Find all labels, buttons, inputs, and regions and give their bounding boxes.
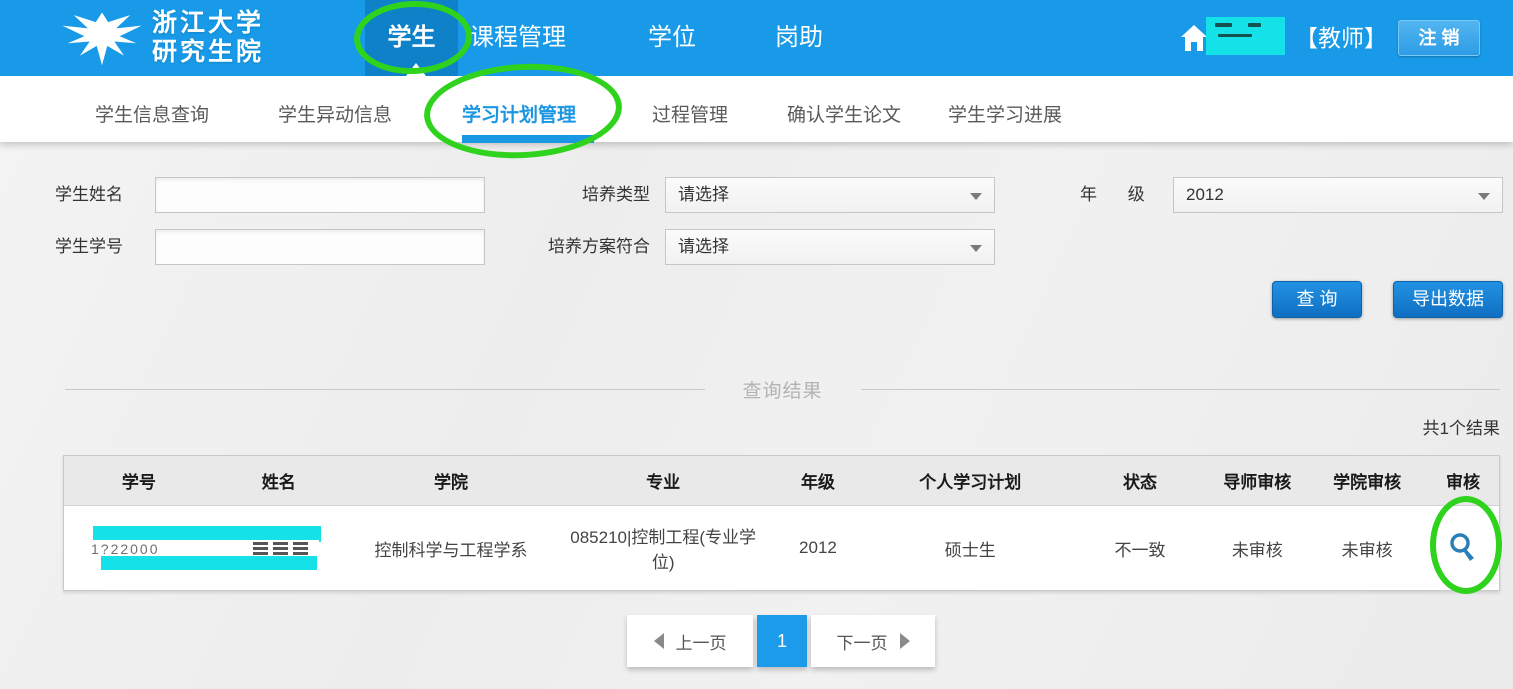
col-header-personal-plan: 个人学习计划	[868, 456, 1073, 505]
cell-status: 不一致	[1073, 506, 1208, 590]
user-role-badge: 【教师】	[1295, 0, 1387, 76]
grade-label: 年 级	[1080, 177, 1145, 213]
col-header-major: 专业	[558, 456, 768, 505]
pagination-next-button[interactable]: 下一页	[811, 615, 935, 667]
magnifier-review-icon[interactable]	[1448, 531, 1478, 565]
tab-student-info-query[interactable]: 学生信息查询	[95, 100, 209, 127]
student-id-label: 学生学号	[55, 229, 123, 265]
pagination-prev-button[interactable]: 上一页	[627, 615, 753, 667]
home-icon[interactable]	[1180, 23, 1208, 53]
main-nav-assistantship[interactable]: 岗助	[775, 0, 823, 76]
chevron-down-icon	[970, 193, 982, 200]
divider-line	[861, 389, 1501, 390]
tab-student-change-info[interactable]: 学生异动信息	[278, 100, 392, 127]
tab-study-plan-management[interactable]: 学习计划管理	[462, 100, 576, 127]
top-header: 浙江大学 研究生院 学生 课程管理 学位 岗助 【教师】 注 销	[0, 0, 1513, 76]
col-header-review: 审核	[1427, 456, 1499, 505]
table-header-row: 学号 姓名 学院 专业 年级 个人学习计划 状态 导师审核 学院审核 审核	[64, 456, 1499, 506]
university-logo-eagle-icon	[58, 6, 146, 70]
university-logo-text: 浙江大学 研究生院	[152, 9, 264, 67]
search-button[interactable]: 查 询	[1272, 281, 1362, 318]
logout-button[interactable]: 注 销	[1398, 20, 1480, 56]
cell-mentor-review: 未审核	[1207, 506, 1307, 590]
divider-line	[65, 389, 705, 390]
cell-major: 085210|控制工程(专业学位)	[558, 506, 768, 590]
col-header-college-review: 学院审核	[1307, 456, 1427, 505]
pagination-current-page[interactable]: 1	[757, 615, 807, 667]
next-label: 下一页	[837, 629, 888, 654]
tab-study-progress[interactable]: 学生学习进展	[948, 100, 1062, 127]
cell-personal-plan: 硕士生	[868, 506, 1073, 590]
col-header-college: 学院	[344, 456, 559, 505]
cell-college: 控制科学与工程学系	[344, 506, 559, 590]
plan-conform-label: 培养方案符合	[528, 229, 650, 265]
tab-confirm-thesis[interactable]: 确认学生论文	[787, 100, 901, 127]
active-nav-caret	[406, 63, 426, 76]
training-type-label: 培养类型	[540, 177, 650, 213]
student-id-fragment: 1?22000	[91, 541, 160, 557]
results-table: 学号 姓名 学院 专业 年级 个人学习计划 状态 导师审核 学院审核 审核 控制…	[63, 455, 1500, 591]
results-section-title: 查询结果	[743, 376, 823, 403]
col-header-name: 姓名	[214, 456, 344, 505]
main-nav-degree[interactable]: 学位	[648, 0, 696, 76]
content-area: 学生姓名 培养类型 请选择 年 级 2012 学生学号 培养方案符合 请选择 查…	[0, 142, 1513, 689]
cell-grade: 2012	[768, 506, 868, 590]
plan-conform-select[interactable]: 请选择	[665, 229, 995, 265]
student-name-input[interactable]	[155, 177, 485, 213]
col-header-grade: 年级	[768, 456, 868, 505]
training-type-value: 请选择	[678, 185, 729, 204]
arrow-right-icon	[900, 633, 910, 649]
arrow-left-icon	[654, 633, 664, 649]
student-name-label: 学生姓名	[55, 177, 123, 213]
col-header-status: 状态	[1073, 456, 1208, 505]
results-divider: 查询结果	[65, 376, 1500, 403]
export-data-button[interactable]: 导出数据	[1393, 281, 1503, 318]
result-count: 共1个结果	[1423, 414, 1500, 439]
training-type-select[interactable]: 请选择	[665, 177, 995, 213]
student-id-input[interactable]	[155, 229, 485, 265]
redaction-box-student-row: 1?22000	[81, 526, 323, 572]
main-nav-courses[interactable]: 课程管理	[470, 0, 566, 76]
sub-nav-bar: 学生信息查询 学生异动信息 学习计划管理 过程管理 确认学生论文 学生学习进展	[0, 76, 1513, 142]
app-window: 浙江大学 研究生院 学生 课程管理 学位 岗助 【教师】 注 销 学生信息查询 …	[0, 0, 1513, 689]
col-header-mentor-review: 导师审核	[1207, 456, 1307, 505]
prev-label: 上一页	[676, 629, 727, 654]
grade-value: 2012	[1186, 185, 1224, 204]
chevron-down-icon	[970, 245, 982, 252]
plan-conform-value: 请选择	[678, 237, 729, 256]
grade-select[interactable]: 2012	[1173, 177, 1503, 213]
redaction-box-username	[1206, 17, 1285, 55]
chevron-down-icon	[1478, 193, 1490, 200]
tab-process-management[interactable]: 过程管理	[652, 100, 728, 127]
redaction-strip-bottom	[101, 556, 317, 570]
col-header-student-id: 学号	[64, 456, 214, 505]
active-tab-underline	[462, 135, 594, 143]
cell-college-review: 未审核	[1307, 506, 1427, 590]
